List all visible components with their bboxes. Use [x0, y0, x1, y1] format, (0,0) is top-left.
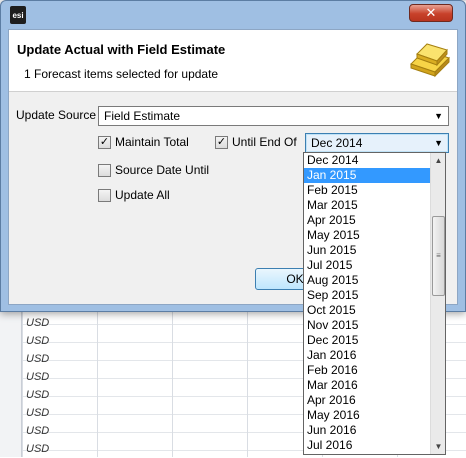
month-option[interactable]: Feb 2016	[304, 363, 431, 378]
dialog-titlebar[interactable]: esi ✕	[1, 1, 465, 29]
currency-cell: USD	[26, 425, 50, 437]
month-option[interactable]: May 2015	[304, 228, 431, 243]
chevron-down-icon: ▼	[434, 138, 443, 148]
until-end-of-select[interactable]: Dec 2014 ▼	[305, 133, 449, 153]
dialog-subtitle: 1 Forecast items selected for update	[24, 67, 219, 81]
scroll-down-icon[interactable]: ▼	[431, 439, 445, 454]
maintain-total-checkbox[interactable]: ✓	[98, 136, 111, 149]
source-date-until-checkbox[interactable]	[98, 164, 111, 177]
month-option[interactable]: Jun 2016	[304, 423, 431, 438]
currency-cell: USD	[26, 407, 50, 419]
currency-cell: USD	[26, 353, 50, 365]
currency-cell: USD	[26, 371, 50, 383]
currency-cell-list: USD USD USD USD USD USD USD USD	[26, 314, 49, 458]
month-option[interactable]: Mar 2015	[304, 198, 431, 213]
esi-app-icon: esi	[10, 6, 26, 24]
month-option[interactable]: Aug 2015	[304, 273, 431, 288]
until-end-of-checkbox[interactable]: ✓	[215, 136, 228, 149]
dialog-title: Update Actual with Field Estimate	[17, 42, 226, 57]
month-option[interactable]: Nov 2015	[304, 318, 431, 333]
chevron-down-icon: ▼	[434, 111, 443, 121]
until-end-of-value: Dec 2014	[311, 136, 363, 150]
source-date-until-label: Source Date Until	[115, 163, 210, 177]
month-option[interactable]: Dec 2015	[304, 333, 431, 348]
month-option[interactable]: Apr 2015	[304, 213, 431, 228]
currency-cell: USD	[26, 389, 50, 401]
month-option[interactable]: Dec 2014	[304, 153, 431, 168]
update-all-label: Update All	[115, 188, 170, 202]
until-end-of-label: Until End Of	[232, 135, 297, 149]
currency-cell: USD	[26, 443, 50, 455]
gold-bar-icon	[410, 43, 450, 78]
month-option-selected[interactable]: Jan 2015	[304, 168, 431, 183]
dialog-header: Update Actual with Field Estimate 1 Fore…	[9, 30, 457, 92]
month-option[interactable]: Jan 2016	[304, 348, 431, 363]
month-option[interactable]: Jun 2015	[304, 243, 431, 258]
month-option[interactable]: Oct 2015	[304, 303, 431, 318]
dropdown-scrollbar[interactable]: ▲ ≡ ▼	[430, 153, 445, 454]
month-option[interactable]: Sep 2015	[304, 288, 431, 303]
update-all-checkbox[interactable]	[98, 189, 111, 202]
month-option[interactable]: Apr 2016	[304, 393, 431, 408]
maintain-total-label: Maintain Total	[115, 135, 189, 149]
scrollbar-thumb[interactable]: ≡	[432, 216, 445, 296]
month-option[interactable]: Feb 2015	[304, 183, 431, 198]
month-options: Dec 2014 Jan 2015 Feb 2015 Mar 2015 Apr …	[304, 153, 431, 453]
month-option[interactable]: Jul 2015	[304, 258, 431, 273]
scroll-up-icon[interactable]: ▲	[431, 153, 445, 168]
close-button[interactable]: ✕	[409, 4, 453, 22]
currency-cell: USD	[26, 335, 50, 347]
month-dropdown-list[interactable]: Dec 2014 Jan 2015 Feb 2015 Mar 2015 Apr …	[303, 152, 446, 455]
currency-cell: USD	[26, 317, 50, 329]
month-option[interactable]: Mar 2016	[304, 378, 431, 393]
update-source-value: Field Estimate	[104, 109, 181, 123]
month-option[interactable]: Jul 2016	[304, 438, 431, 453]
month-option[interactable]: May 2016	[304, 408, 431, 423]
update-source-select[interactable]: Field Estimate ▼	[98, 106, 449, 126]
update-source-label: Update Source	[16, 108, 97, 122]
